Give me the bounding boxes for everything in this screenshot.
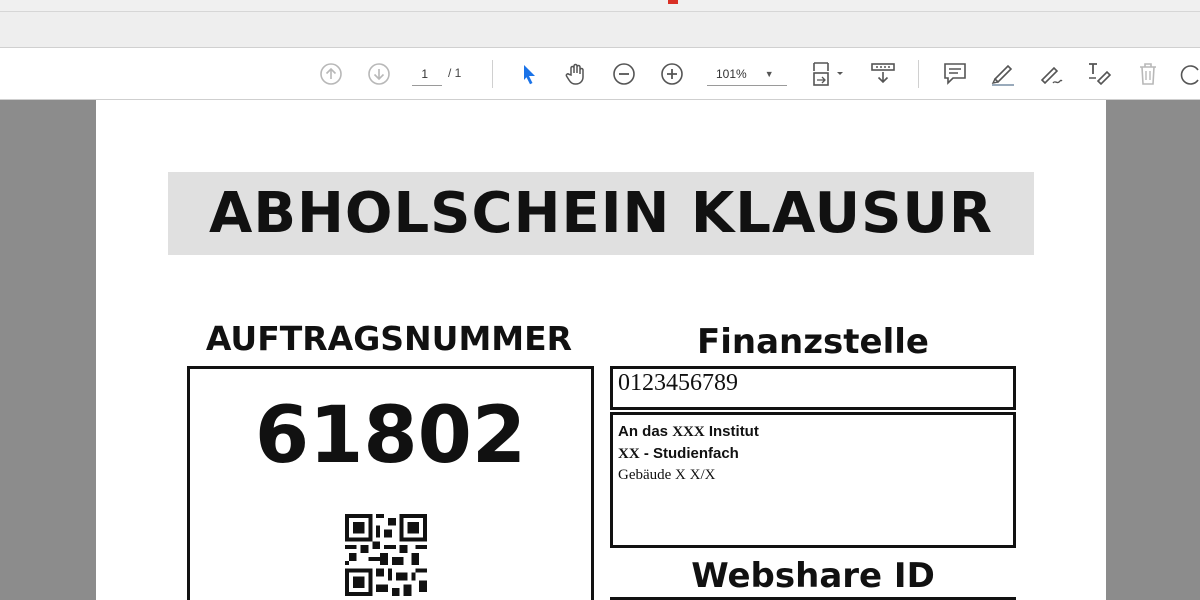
page-number-input[interactable] [412, 62, 442, 86]
title-band: ABHOLSCHEIN KLAUSUR [168, 172, 1034, 255]
page-fit-icon[interactable] [810, 60, 848, 88]
menu-bar [0, 12, 1200, 48]
zoom-value: 101% [716, 66, 747, 81]
address-line-2-code: XX [618, 446, 640, 462]
select-cursor-icon[interactable] [516, 60, 542, 88]
toolbar-divider [918, 60, 919, 88]
auftragsnummer-label: AUFTRAGSNUMMER [205, 319, 573, 358]
address-line-1-suffix: Institut [704, 423, 759, 440]
hand-tool-icon[interactable] [562, 60, 590, 88]
delete-icon[interactable] [1135, 60, 1161, 88]
tab-accent [668, 0, 678, 4]
previous-page-icon[interactable] [318, 60, 344, 88]
next-page-icon[interactable] [366, 60, 392, 88]
finanzstelle-value: 0123456789 [618, 370, 738, 396]
highlight-icon[interactable] [988, 60, 1018, 88]
pdf-page: ABHOLSCHEIN KLAUSUR AUFTRAGSNUMMER 61802 [96, 100, 1106, 600]
draw-signature-icon[interactable] [1036, 60, 1066, 88]
qr-code-icon [345, 514, 427, 596]
page-total-label: / 1 [448, 66, 462, 80]
document-viewer[interactable]: ABHOLSCHEIN KLAUSUR AUFTRAGSNUMMER 61802 [0, 100, 1200, 600]
chevron-down-icon: ▼ [764, 68, 774, 79]
finanzstelle-label: Finanzstelle [697, 322, 929, 362]
toolbar-divider [492, 60, 493, 88]
scroll-mode-icon[interactable] [868, 60, 898, 88]
webshare-id-label: Webshare ID [691, 556, 935, 596]
address-box: An das XXX Institut XX - Studienfach Geb… [610, 412, 1016, 548]
address-line-1: An das XXX Institut [618, 421, 1008, 443]
address-line-3: Gebäude X X/X [618, 467, 716, 483]
finanzstelle-box: 0123456789 [610, 366, 1016, 410]
address-line-1-code: XXX [672, 424, 705, 440]
rotate-icon[interactable] [1180, 60, 1200, 88]
pdf-toolbar: / 1 101% ▼ [0, 48, 1200, 100]
address-line-2: XX - Studienfach [618, 443, 1008, 465]
window-top-strip [0, 0, 1200, 12]
comment-icon[interactable] [941, 60, 969, 88]
zoom-dropdown[interactable]: 101% ▼ [707, 62, 787, 86]
document-title: ABHOLSCHEIN KLAUSUR [208, 181, 994, 246]
edit-text-icon[interactable] [1084, 60, 1114, 88]
address-line-2-suffix: - Studienfach [639, 445, 739, 462]
zoom-in-icon[interactable] [659, 60, 685, 88]
zoom-out-icon[interactable] [611, 60, 637, 88]
order-number: 61802 [254, 391, 527, 481]
auftragsnummer-box: 61802 [187, 366, 594, 600]
address-line-1-prefix: An das [618, 423, 673, 440]
